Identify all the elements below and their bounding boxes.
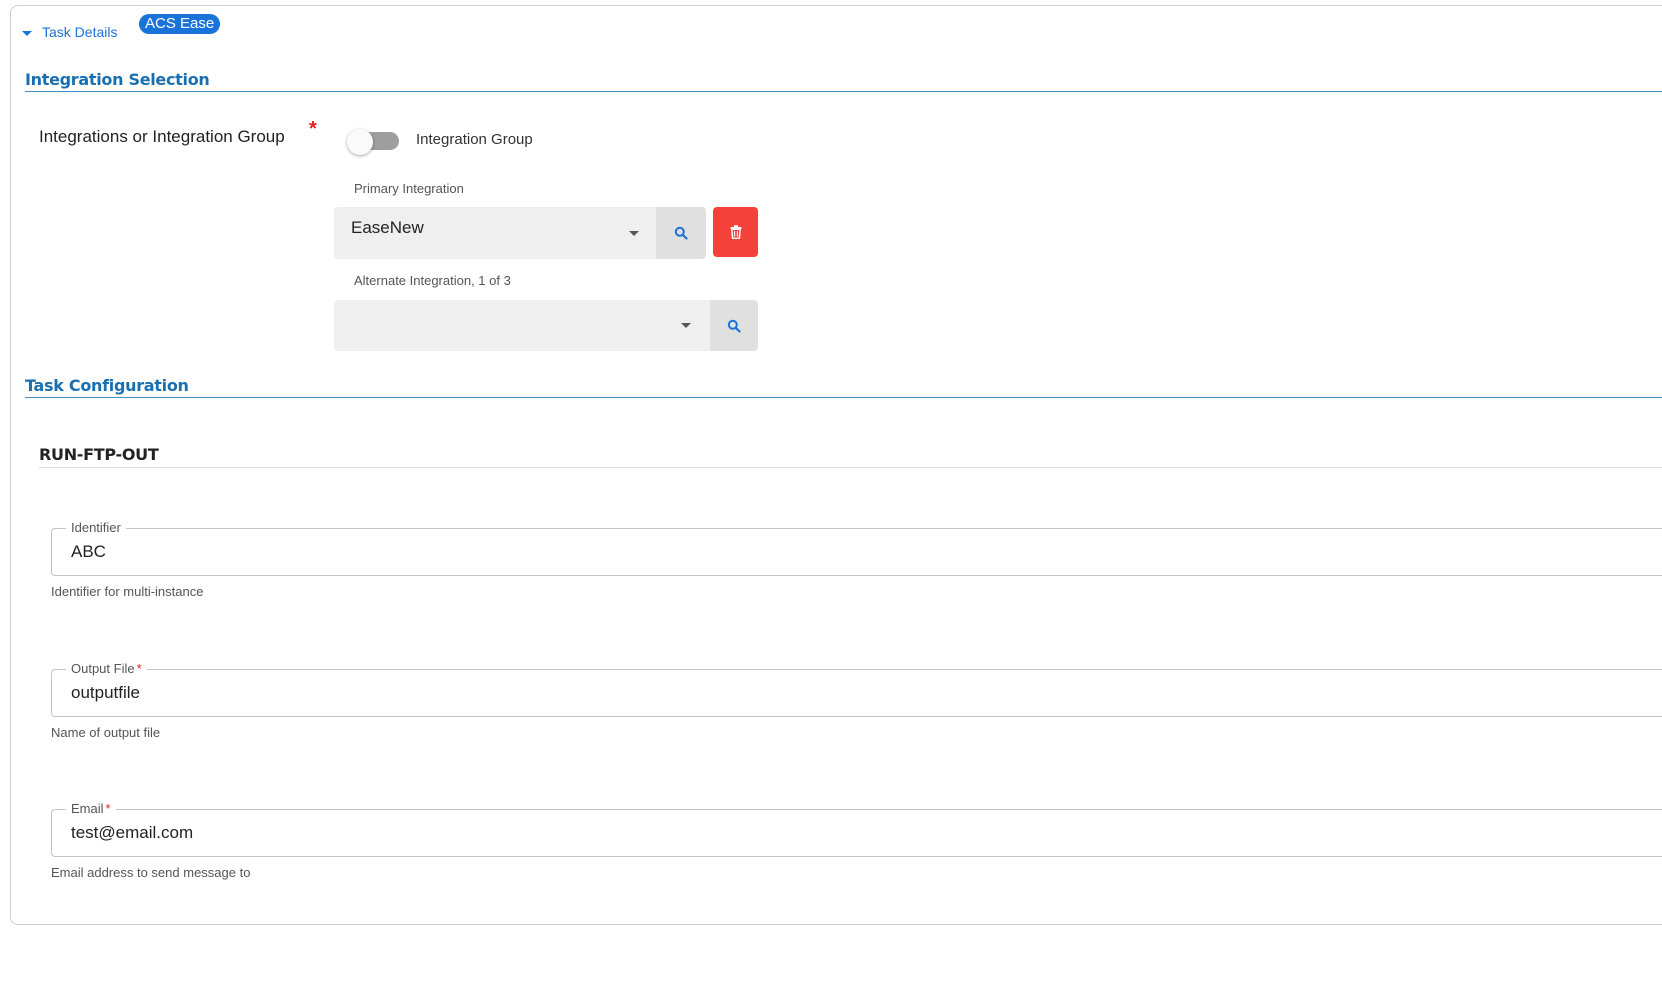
identifier-field-label: Identifier: [66, 520, 126, 536]
dropdown-caret-icon: [629, 231, 639, 236]
task-configuration-title: Task Configuration: [25, 376, 1662, 398]
task-name-heading: RUN-FTP-OUT: [39, 445, 1662, 468]
output-file-field-label: Output File *: [66, 661, 147, 677]
required-indicator: *: [136, 661, 142, 676]
output-file-field[interactable]: Output File *: [51, 661, 1662, 717]
search-icon: [674, 226, 688, 240]
email-field-label: Email *: [66, 801, 116, 817]
identifier-helper-text: Identifier for multi-instance: [51, 584, 204, 599]
caret-down-icon: [22, 30, 32, 36]
identifier-field[interactable]: Identifier: [51, 520, 1662, 576]
integration-badge: ACS Ease: [139, 14, 221, 34]
integration-group-toggle[interactable]: [347, 129, 399, 155]
task-details-label: Task Details: [42, 24, 118, 40]
toggle-knob: [347, 129, 373, 155]
integrations-field-label: Integrations or Integration Group: [39, 127, 285, 146]
task-details-toggle[interactable]: Task Details: [22, 24, 117, 40]
primary-integration-select[interactable]: EaseNew: [334, 207, 656, 259]
trash-icon: [730, 225, 741, 239]
output-file-input[interactable]: [71, 683, 1571, 703]
alternate-integration-select[interactable]: [334, 300, 710, 351]
dropdown-caret-icon: [681, 323, 691, 328]
email-field[interactable]: Email *: [51, 801, 1662, 857]
primary-integration-label: Primary Integration: [354, 181, 464, 196]
email-helper-text: Email address to send message to: [51, 865, 251, 880]
alternate-integration-label: Alternate Integration, 1 of 3: [354, 273, 511, 288]
alternate-integration-search-button[interactable]: [710, 300, 758, 351]
delete-primary-integration-button[interactable]: [713, 207, 758, 257]
output-file-helper-text: Name of output file: [51, 725, 161, 740]
integration-selection-title: Integration Selection: [25, 70, 1662, 92]
required-indicator: *: [309, 118, 317, 140]
integration-group-label: Integration Group: [416, 131, 533, 148]
required-indicator: *: [105, 801, 111, 816]
email-input[interactable]: [71, 823, 1571, 843]
identifier-input[interactable]: [71, 542, 1571, 562]
primary-integration-search-button[interactable]: [656, 207, 706, 259]
search-icon: [727, 319, 741, 333]
primary-integration-value: EaseNew: [351, 218, 424, 237]
